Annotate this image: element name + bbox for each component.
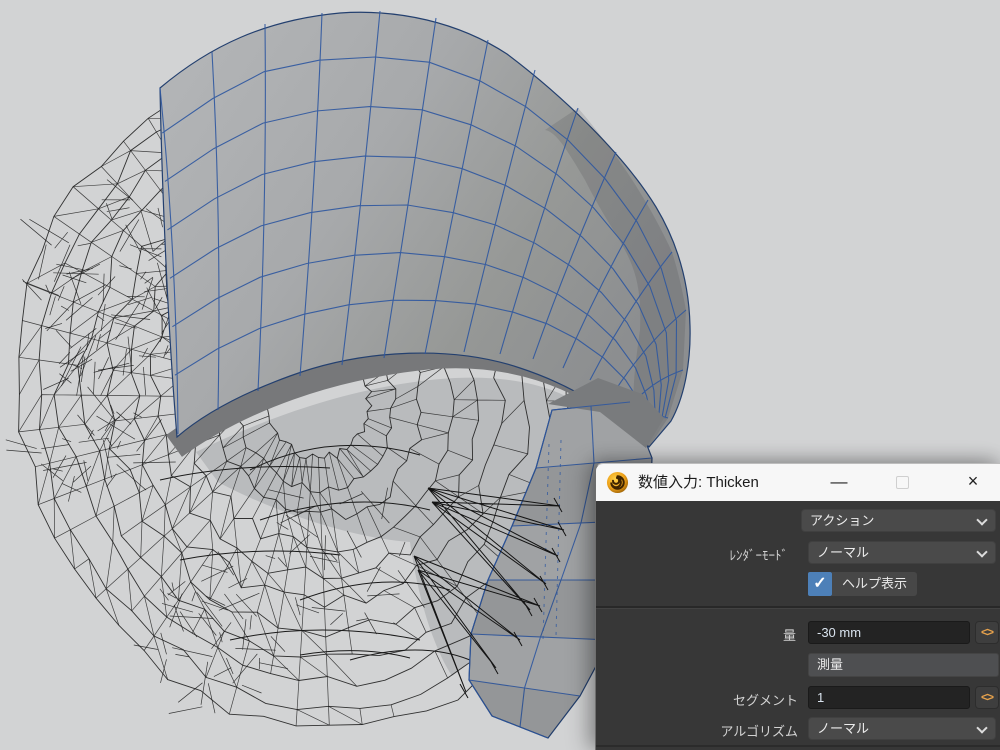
amount-input[interactable]: -30 mm — [808, 621, 970, 644]
panel-separator — [596, 606, 1000, 609]
help-checkbox[interactable]: ✓ — [808, 572, 832, 596]
spinner-arrows-icon: <> — [981, 690, 993, 704]
thicken-dialog: 数値入力: Thicken — × アクション ﾚﾝﾀﾞｰﾓｰﾄﾞ ノーマル ✓ — [595, 463, 1000, 750]
render-mode-value: ノーマル — [817, 542, 869, 563]
amount-label: 量 — [596, 625, 796, 644]
segment-value: 1 — [817, 687, 824, 708]
maximize-icon — [896, 476, 909, 489]
algorithm-label: アルゴリズム — [596, 721, 798, 740]
help-checkbox-label[interactable]: ヘルプ表示 — [832, 572, 917, 596]
application-window: 数値入力: Thicken — × アクション ﾚﾝﾀﾞｰﾓｰﾄﾞ ノーマル ✓ — [0, 0, 1000, 750]
chevron-down-icon — [978, 548, 986, 556]
dialog-title: 数値入力: Thicken — [638, 464, 759, 501]
amount-value: -30 mm — [817, 622, 861, 643]
check-icon: ✓ — [813, 575, 826, 592]
measure-button[interactable]: 測量 — [808, 653, 999, 677]
action-dropdown-value: アクション — [810, 510, 874, 531]
close-button[interactable]: × — [950, 464, 996, 501]
algorithm-value: ノーマル — [817, 718, 869, 739]
segment-label: セグメント — [596, 690, 798, 709]
action-dropdown[interactable]: アクション — [801, 509, 996, 532]
render-mode-dropdown[interactable]: ノーマル — [808, 541, 996, 564]
spinner-arrows-icon: <> — [981, 625, 993, 639]
metasequoia-spiral-icon — [606, 471, 629, 494]
chevron-down-icon — [978, 724, 986, 732]
dialog-titlebar[interactable]: 数値入力: Thicken — × — [596, 464, 1000, 501]
panel-bottom-edge — [596, 745, 1000, 747]
algorithm-dropdown[interactable]: ノーマル — [808, 717, 996, 740]
render-mode-label: ﾚﾝﾀﾞｰﾓｰﾄﾞ — [596, 545, 788, 564]
segment-spinner[interactable]: <> — [975, 686, 999, 709]
minimize-button[interactable]: — — [817, 464, 861, 501]
amount-spinner[interactable]: <> — [975, 621, 999, 644]
measure-button-label: 測量 — [817, 654, 843, 676]
close-icon: × — [968, 471, 979, 491]
chevron-down-icon — [978, 516, 986, 524]
minimize-icon: — — [831, 472, 848, 491]
segment-input[interactable]: 1 — [808, 686, 970, 709]
maximize-button[interactable] — [880, 464, 924, 501]
